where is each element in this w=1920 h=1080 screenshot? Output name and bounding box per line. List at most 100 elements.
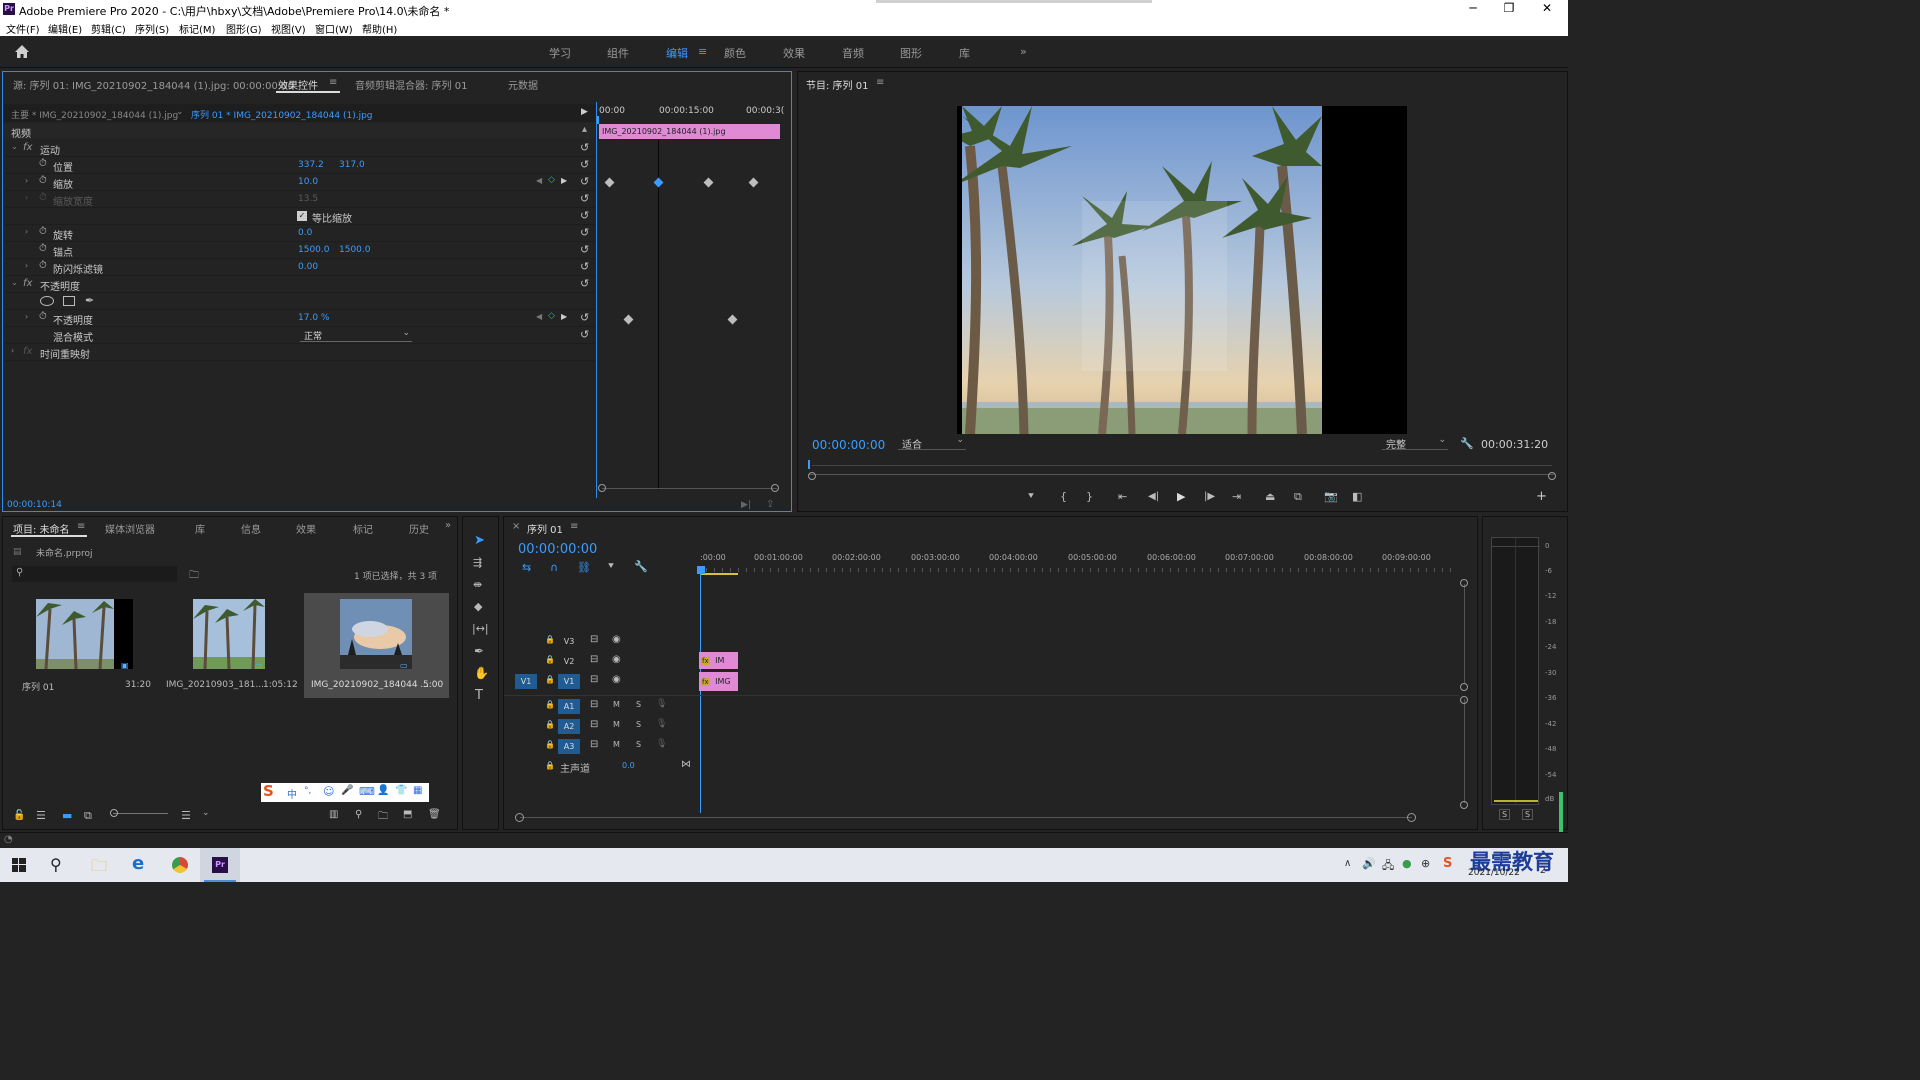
- anti-flicker-value[interactable]: 0.00: [298, 262, 318, 272]
- eye-icon[interactable]: ◉: [612, 634, 621, 645]
- ime-skin-icon[interactable]: 👕: [395, 785, 407, 796]
- extract-icon[interactable]: ⧉: [1294, 490, 1302, 504]
- workspace-graphics[interactable]: 图形: [900, 45, 922, 61]
- step-forward-icon[interactable]: |▶: [1204, 491, 1215, 502]
- project-item-selected[interactable]: ▭ IMG_20210902_184044 ... 5:00: [304, 593, 449, 698]
- keyframe[interactable]: [703, 177, 714, 188]
- anchor-y-value[interactable]: 1500.0: [339, 245, 371, 255]
- effect-current-time[interactable]: 00:00:10:14: [7, 500, 62, 510]
- prev-keyframe-icon[interactable]: ◀: [536, 312, 542, 321]
- tab-metadata[interactable]: 元数据: [508, 77, 538, 92]
- solo-button[interactable]: S: [636, 740, 641, 749]
- eye-icon[interactable]: ◉: [612, 674, 621, 685]
- zoom-handle-left[interactable]: [808, 472, 816, 480]
- menu-graphics[interactable]: 图形(G): [226, 21, 262, 36]
- tab-media-browser[interactable]: 媒体浏览器: [105, 521, 155, 536]
- lock-icon[interactable]: 🔒: [545, 635, 555, 644]
- solo-button[interactable]: S: [636, 720, 641, 729]
- program-time-ruler[interactable]: [812, 465, 1552, 466]
- render-icon[interactable]: ▶|: [741, 500, 751, 510]
- add-marker-icon[interactable]: ⯆: [1027, 491, 1035, 502]
- menu-window[interactable]: 窗口(W): [315, 21, 353, 36]
- effect-row-opacity[interactable]: ⌄ fx 不透明度 ↺: [5, 276, 595, 293]
- sort-icon[interactable]: ☰: [181, 809, 191, 822]
- zoom-handle-left[interactable]: [598, 484, 606, 492]
- wrench-icon[interactable]: 🔧: [1460, 437, 1474, 450]
- video-vertical-scrollbar[interactable]: [1464, 584, 1465, 684]
- collapse-up-icon[interactable]: ▴: [582, 124, 587, 135]
- track-header-a1[interactable]: 🔒 A1 ⊟ M S 🎙: [504, 696, 697, 716]
- tray-date[interactable]: 2021/10/22: [1468, 868, 1520, 878]
- lift-icon[interactable]: ⏏: [1265, 490, 1275, 503]
- clip-v1[interactable]: fx IMG: [699, 672, 738, 691]
- new-bin-icon[interactable]: 🗀: [378, 809, 388, 826]
- compare-icon[interactable]: ◧: [1352, 490, 1362, 503]
- linked-selection-icon[interactable]: ⛓: [577, 561, 591, 574]
- new-bin-from-search-icon[interactable]: 🗀: [189, 568, 199, 585]
- keyframe[interactable]: [748, 177, 759, 188]
- panel-menu-icon[interactable]: ≡: [570, 521, 578, 532]
- sogou-logo-icon[interactable]: S: [263, 782, 274, 800]
- param-row-uniform-scale[interactable]: ✓ 等比缩放 ↺: [5, 208, 595, 225]
- scroll-handle[interactable]: [1460, 683, 1468, 691]
- rectangle-mask-icon[interactable]: [63, 296, 75, 306]
- snap-icon[interactable]: ∩: [550, 561, 558, 574]
- mute-button[interactable]: M: [613, 720, 620, 729]
- ime-chinese-mode[interactable]: 中: [287, 786, 297, 801]
- param-row-blend-mode[interactable]: 混合模式 正常 ⌄ ↺: [5, 327, 595, 344]
- reset-icon[interactable]: ↺: [580, 158, 589, 171]
- program-title[interactable]: 节目: 序列 01: [806, 77, 868, 92]
- program-timecode[interactable]: 00:00:00:00: [812, 438, 885, 452]
- scale-value[interactable]: 10.0: [298, 177, 318, 187]
- lock-icon[interactable]: 🔒: [545, 700, 555, 709]
- project-search[interactable]: ⚲: [12, 566, 177, 582]
- zoom-scrollbar[interactable]: [602, 488, 777, 489]
- volume-icon[interactable]: 🔊: [1362, 857, 1376, 870]
- fx-icon[interactable]: fx: [23, 142, 32, 153]
- slider-handle[interactable]: [110, 809, 118, 817]
- list-view-icon[interactable]: ☰: [36, 809, 46, 822]
- tab-project[interactable]: 项目: 未命名: [13, 521, 70, 536]
- timeline-ruler[interactable]: :00:00 00:01:00:00 00:02:00:00 00:03:00:…: [698, 553, 1458, 575]
- keyframe-selected[interactable]: [653, 177, 664, 188]
- taskbar-active-app[interactable]: Pr: [200, 848, 240, 882]
- add-marker-icon[interactable]: ⯆: [607, 561, 615, 572]
- export-frame-icon[interactable]: ⇪: [766, 499, 774, 510]
- play-only-clip-icon[interactable]: ▶: [581, 107, 588, 117]
- security-icon[interactable]: ●: [1402, 857, 1412, 870]
- menu-edit[interactable]: 编辑(E): [48, 21, 82, 36]
- workspace-color[interactable]: 颜色: [724, 45, 746, 61]
- mute-button[interactable]: M: [613, 700, 620, 709]
- chevron-down-icon[interactable]: ⌄: [176, 107, 184, 117]
- tab-info[interactable]: 信息: [241, 521, 261, 536]
- tab-menu-icon[interactable]: ≡: [329, 77, 337, 88]
- new-item-icon[interactable]: ⬒: [403, 809, 412, 820]
- go-to-out-icon[interactable]: ⇥: [1232, 490, 1241, 503]
- timeline-horizontal-scrollbar[interactable]: [520, 817, 1412, 818]
- track-header-a3[interactable]: 🔒 A3 ⊟ M S 🎙: [504, 736, 697, 756]
- tab-source[interactable]: 源: 序列 01: IMG_20210902_184044 (1).jpg: 0…: [13, 77, 294, 92]
- keyframe[interactable]: [604, 177, 615, 188]
- menu-marker[interactable]: 标记(M): [179, 21, 215, 36]
- close-button[interactable]: ✕: [1532, 1, 1562, 15]
- freeform-view-icon[interactable]: ⧉: [84, 809, 92, 823]
- expanded-chevron-icon[interactable]: ⌄: [11, 278, 18, 287]
- tab-markers[interactable]: 标记: [353, 521, 373, 536]
- clip-v2[interactable]: fx IM: [699, 652, 738, 669]
- pen-tool-icon[interactable]: ✒: [474, 644, 484, 658]
- mark-in-icon[interactable]: {: [1060, 490, 1067, 503]
- ime-toolbar[interactable]: S 中 °, ☺ 🎤 ⌨ 👤 👕 ▦: [261, 782, 429, 802]
- tab-effects[interactable]: 效果: [296, 521, 316, 536]
- microphone-icon[interactable]: 🎙: [656, 739, 667, 749]
- ime-punctuation[interactable]: °,: [304, 786, 311, 796]
- tab-libraries[interactable]: 库: [195, 521, 205, 536]
- quality-select[interactable]: 完整 ⌄: [1382, 435, 1448, 451]
- sync-lock-icon[interactable]: ⊟: [590, 719, 598, 730]
- track-header-a2[interactable]: 🔒 A2 ⊟ M S 🎙: [504, 716, 697, 736]
- sync-lock-icon[interactable]: ⊟: [590, 699, 598, 710]
- track-select-tool-icon[interactable]: ⇶: [473, 556, 482, 569]
- eye-icon[interactable]: ◉: [612, 654, 621, 665]
- stopwatch-active-icon[interactable]: ⏱: [39, 175, 47, 186]
- play-icon[interactable]: ▶: [1177, 490, 1185, 503]
- reset-icon[interactable]: ↺: [580, 311, 589, 324]
